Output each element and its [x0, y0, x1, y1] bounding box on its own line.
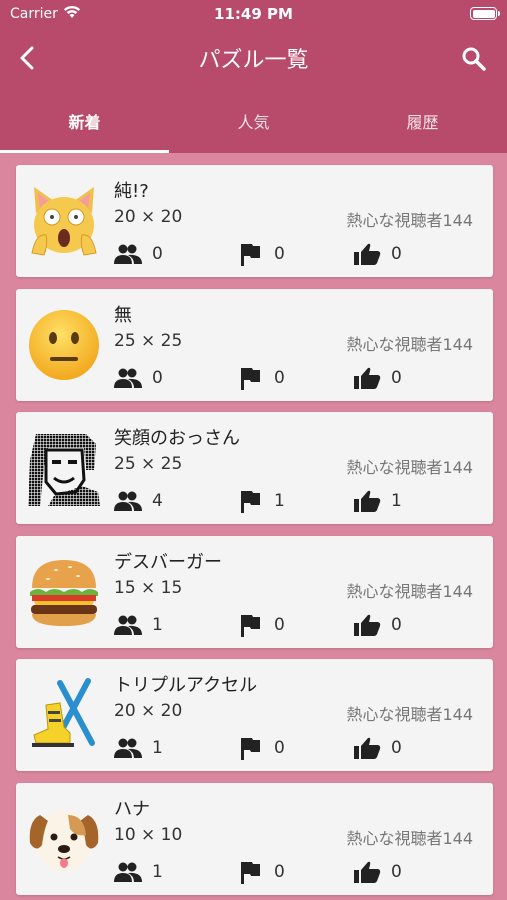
thumbs-up-icon — [354, 737, 381, 759]
likes-count: 0 — [391, 367, 402, 388]
clears-count: 0 — [274, 367, 285, 388]
people-icon — [114, 738, 142, 758]
puzzle-size: 25 × 25 — [114, 330, 183, 351]
puzzle-size: 10 × 10 — [114, 824, 183, 845]
puzzle-title: ハナ — [114, 798, 150, 820]
likes-stat[interactable]: 1 — [353, 488, 402, 514]
people-icon — [114, 862, 142, 882]
flag-icon — [241, 613, 260, 637]
people-icon — [114, 491, 142, 511]
tab-bar: 新着 人気 履歴 — [0, 93, 507, 153]
clears-count: 0 — [274, 861, 285, 882]
people-icon — [114, 368, 142, 388]
clears-stat: 0 — [236, 859, 285, 885]
likes-count: 0 — [391, 861, 402, 882]
puzzle-size: 15 × 15 — [114, 577, 183, 598]
flag-icon — [241, 860, 260, 884]
search-button[interactable] — [461, 46, 487, 72]
clears-stat: 0 — [236, 241, 285, 267]
thumbs-up-icon — [354, 243, 381, 265]
puzzle-card[interactable]: トリプルアクセル 20 × 20 熱心な視聴者144 1 0 0 — [16, 659, 493, 771]
players-count: 4 — [152, 491, 163, 511]
clears-stat: 1 — [236, 488, 285, 514]
people-icon — [114, 244, 142, 264]
puzzle-card[interactable]: 純!? 20 × 20 熱心な視聴者144 0 0 0 — [16, 165, 493, 277]
tab-new[interactable]: 新着 — [0, 93, 169, 153]
clears-stat: 0 — [236, 612, 285, 638]
players-stat: 0 — [114, 241, 163, 267]
neutral-face-icon — [26, 307, 102, 383]
puzzle-author: 熱心な視聴者144 — [346, 458, 473, 477]
flag-icon — [241, 366, 260, 390]
likes-count: 0 — [391, 738, 402, 758]
puzzle-title: デスバーガー — [114, 551, 222, 573]
flag-icon — [241, 243, 260, 266]
people-icon — [114, 615, 142, 635]
scared-cat-icon — [26, 183, 102, 259]
tab-indicator — [0, 150, 169, 153]
clears-count: 1 — [274, 491, 285, 511]
players-stat: 1 — [114, 859, 163, 885]
likes-stat[interactable]: 0 — [353, 241, 402, 267]
battery-icon — [470, 7, 500, 20]
clock: 11:49 PM — [214, 5, 293, 23]
clears-count: 0 — [274, 614, 285, 635]
puzzle-author: 熱心な視聴者144 — [346, 705, 473, 724]
puzzle-list: 純!? 20 × 20 熱心な視聴者144 0 0 0 無 25 × 25 熱心… — [16, 165, 493, 900]
likes-count: 1 — [391, 491, 402, 511]
tab-history[interactable]: 履歴 — [338, 93, 507, 153]
status-bar: Carrier 11:49 PM — [0, 0, 507, 28]
likes-stat[interactable]: 0 — [353, 859, 402, 885]
clears-stat: 0 — [236, 735, 285, 761]
search-icon — [462, 47, 486, 71]
puzzle-card[interactable]: ハナ 10 × 10 熱心な視聴者144 1 0 0 — [16, 782, 493, 895]
pixel-portrait-icon — [26, 430, 102, 506]
puzzle-title: 純!? — [114, 181, 149, 202]
app-header: Carrier 11:49 PM パズル一覧 新着 人気 履歴 — [0, 0, 507, 153]
clears-stat: 0 — [236, 365, 285, 391]
puzzle-card[interactable]: デスバーガー 15 × 15 熱心な視聴者144 1 0 0 — [16, 535, 493, 648]
flag-icon — [241, 490, 260, 513]
puzzle-title: 無 — [114, 304, 132, 326]
puzzle-author: 熱心な視聴者144 — [346, 581, 473, 601]
puzzle-author: 熱心な視聴者144 — [346, 334, 473, 354]
players-stat: 4 — [114, 488, 163, 514]
puzzle-author: 熱心な視聴者144 — [346, 211, 473, 230]
tab-popular[interactable]: 人気 — [169, 93, 338, 153]
nav-bar: パズル一覧 — [0, 28, 507, 88]
players-stat: 1 — [114, 612, 163, 638]
players-count: 1 — [152, 738, 163, 758]
players-stat: 0 — [114, 365, 163, 391]
players-count: 1 — [152, 861, 163, 882]
puzzle-size: 20 × 20 — [114, 701, 183, 721]
likes-stat[interactable]: 0 — [353, 612, 402, 638]
flag-icon — [241, 737, 260, 760]
likes-count: 0 — [391, 244, 402, 264]
puzzle-card[interactable]: 笑顔のおっさん 25 × 25 熱心な視聴者144 4 1 1 — [16, 412, 493, 524]
thumbs-up-icon — [354, 490, 381, 512]
likes-count: 0 — [391, 614, 402, 635]
dog-face-icon — [26, 801, 102, 877]
puzzle-size: 25 × 25 — [114, 454, 183, 474]
players-count: 1 — [152, 614, 163, 635]
ski-icon — [26, 677, 102, 753]
likes-stat[interactable]: 0 — [353, 735, 402, 761]
thumbs-up-icon — [354, 614, 381, 636]
puzzle-size: 20 × 20 — [114, 207, 183, 227]
puzzle-title: トリプルアクセル — [114, 675, 258, 696]
puzzle-title: 笑顔のおっさん — [114, 428, 240, 449]
likes-stat[interactable]: 0 — [353, 365, 402, 391]
thumbs-up-icon — [354, 861, 381, 883]
players-count: 0 — [152, 244, 163, 264]
puzzle-author: 熱心な視聴者144 — [346, 828, 473, 848]
players-stat: 1 — [114, 735, 163, 761]
hamburger-icon — [26, 554, 102, 630]
clears-count: 0 — [274, 244, 285, 264]
page-title: パズル一覧 — [198, 48, 309, 73]
puzzle-card[interactable]: 無 25 × 25 熱心な視聴者144 0 0 0 — [16, 288, 493, 401]
clears-count: 0 — [274, 738, 285, 758]
thumbs-up-icon — [354, 367, 381, 389]
players-count: 0 — [152, 367, 163, 388]
